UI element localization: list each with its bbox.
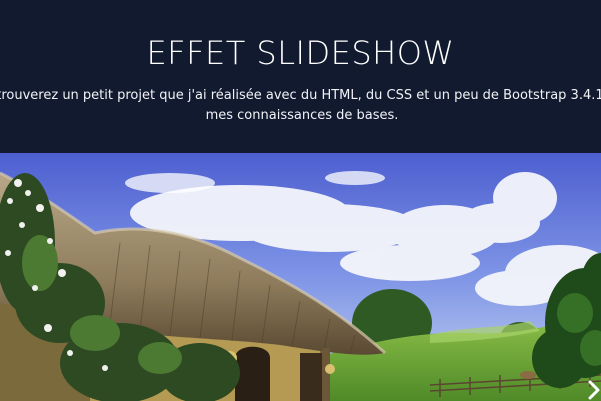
page-header: EFFET SLIDESHOW Vous trouverez un petit …: [0, 0, 601, 153]
chevron-right-icon: [588, 380, 600, 400]
next-slide-button[interactable]: [587, 379, 601, 401]
page-description: Vous trouverez un petit projet que j'ai …: [0, 88, 601, 123]
slide-image: [0, 153, 601, 401]
slideshow: [0, 153, 601, 401]
page-title: EFFET SLIDESHOW: [146, 34, 455, 72]
